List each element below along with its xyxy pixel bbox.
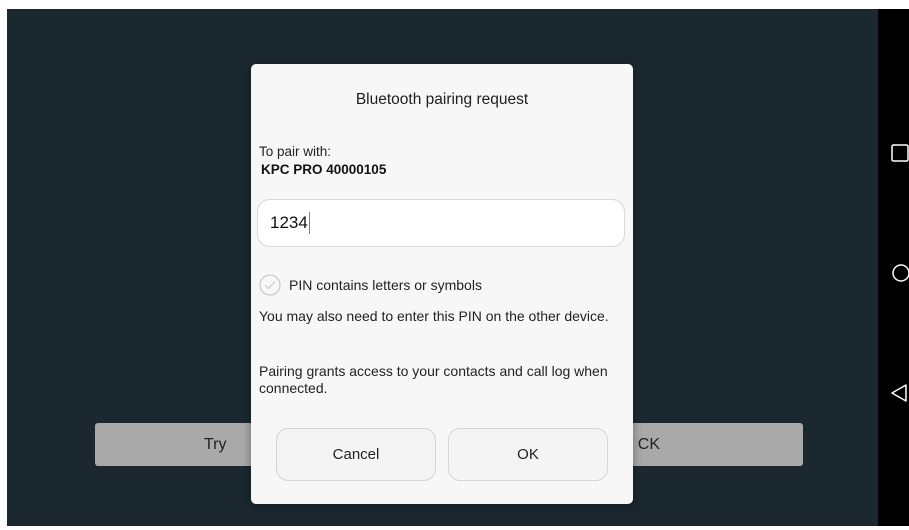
background-button-left-text: Try (204, 435, 227, 453)
checkbox-circle-icon (259, 274, 281, 296)
pin-input[interactable]: 1234 (257, 199, 625, 247)
pair-with-label: To pair with: (259, 144, 332, 159)
back-icon[interactable] (889, 381, 909, 405)
pin-letters-checkbox[interactable]: PIN contains letters or symbols (259, 274, 482, 296)
access-info-text: Pairing grants access to your contacts a… (259, 363, 608, 396)
text-cursor (308, 212, 310, 234)
cancel-button[interactable]: Cancel (276, 428, 436, 481)
device-name: KPC PRO 40000105 (261, 162, 387, 177)
pin-info-text: You may also need to enter this PIN on t… (259, 308, 609, 324)
recent-apps-icon[interactable] (889, 141, 909, 165)
pin-checkbox-label: PIN contains letters or symbols (289, 277, 482, 293)
bluetooth-pairing-dialog: Bluetooth pairing request To pair with: … (251, 64, 633, 504)
pin-value: 1234 (270, 213, 308, 232)
background-button-right-text: CK (637, 435, 660, 453)
dialog-title: Bluetooth pairing request (355, 91, 529, 108)
home-icon[interactable] (889, 261, 909, 285)
ok-button[interactable]: OK (448, 428, 608, 481)
navigation-bar (878, 9, 909, 526)
